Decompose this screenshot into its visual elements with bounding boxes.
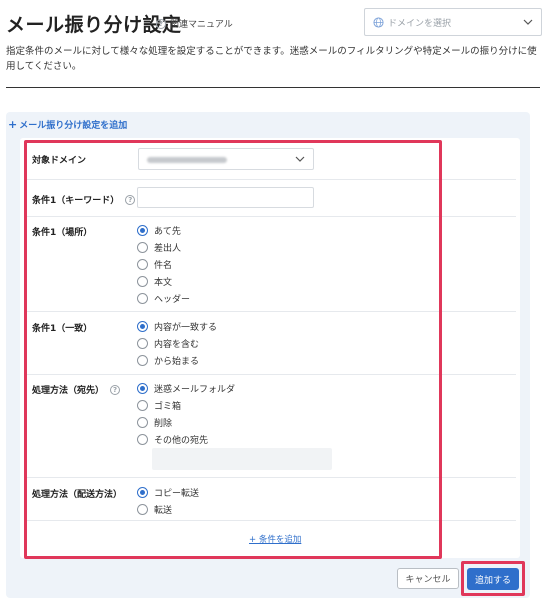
related-manual-link[interactable]: ? 関連マニュアル <box>156 17 233 30</box>
add-filter-setting-link[interactable]: + メール振り分け設定を追加 <box>8 118 127 131</box>
add-filter-setting-label: メール振り分け設定を追加 <box>19 121 128 131</box>
domain-select-placeholder: ドメインを選択 <box>388 18 452 29</box>
plus-icon: + <box>8 118 18 131</box>
related-manual-label: 関連マニュアル <box>170 20 233 30</box>
domain-select[interactable]: ドメインを選択 <box>364 8 542 36</box>
submit-highlight-frame <box>461 561 525 596</box>
header-divider <box>6 87 540 88</box>
globe-icon <box>373 16 384 28</box>
cancel-button[interactable]: キャンセル <box>397 568 459 589</box>
form-highlight-frame <box>24 140 442 559</box>
chevron-down-icon <box>523 19 533 25</box>
page-description: 指定条件のメールに対して様々な処理を設定することができます。迷惑メールのフィルタ… <box>6 46 537 72</box>
help-icon: ? <box>156 18 166 29</box>
